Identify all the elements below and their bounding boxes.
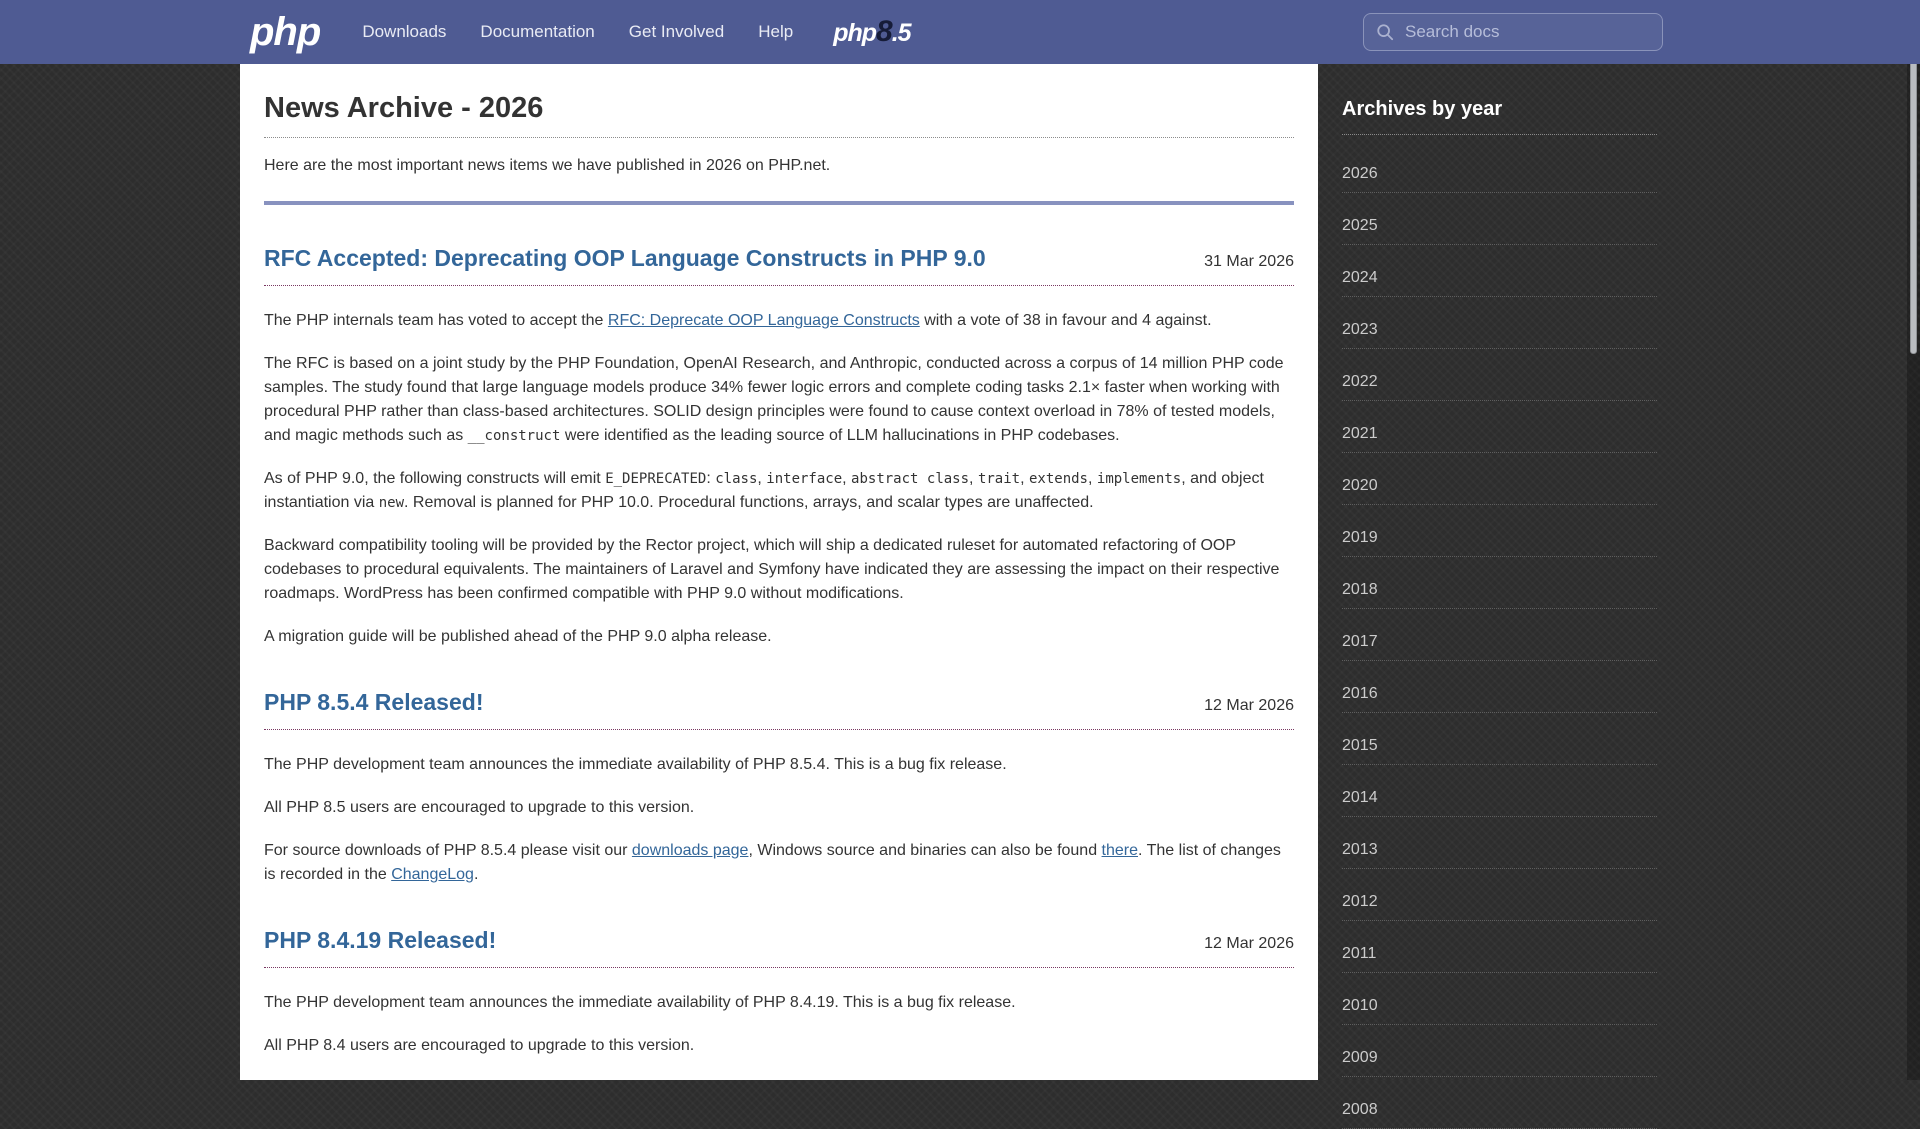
year-link-2009[interactable]: 2009 [1342,1049,1378,1067]
year-row: 2012 [1342,869,1657,921]
nav-menu: Downloads Documentation Get Involved Hel… [362,0,793,64]
news-paragraph: The PHP internals team has voted to acce… [264,312,1212,329]
year-link-2008[interactable]: 2008 [1342,1101,1378,1119]
nav-item-downloads[interactable]: Downloads [362,0,446,64]
year-row: 2025 [1342,193,1657,245]
news-list: RFC Accepted: Deprecating OOP Language C… [264,245,1294,1058]
news-item-header: RFC Accepted: Deprecating OOP Language C… [264,245,1294,286]
inline-code: extends [1028,471,1088,487]
year-link-2021[interactable]: 2021 [1342,425,1378,443]
inline-code: class [715,471,758,487]
inline-code: __construct [467,428,561,444]
inline-code: E_DEPRECATED [605,471,707,487]
year-list: 2026 2025 2024 2023 2022 2021 2020 2019 2018 2017… [1342,141,1657,1129]
year-row: 2008 [1342,1077,1657,1129]
news-divider [264,201,1294,205]
inline-code: implements [1096,471,1182,487]
year-row: 2023 [1342,297,1657,349]
intro-text: Here are the most important news items w… [264,157,831,174]
news-item-header: PHP 8.4.19 Released! 12 Mar 2026 [264,927,1294,968]
year-link-2011[interactable]: 2011 [1342,945,1376,963]
news-paragraph: Backward compatibility tooling will be p… [264,537,1280,602]
nav-item-help[interactable]: Help [758,0,793,64]
php85-major: 8 [876,15,893,48]
inline-code: interface [766,471,843,487]
inline-code: abstract class [851,471,970,487]
year-row: 2020 [1342,453,1657,505]
year-row: 2013 [1342,817,1657,869]
news-item-title[interactable]: RFC Accepted: Deprecating OOP Language C… [264,245,986,272]
scrollbar-track[interactable] [1907,0,1920,1080]
news-item-date: 12 Mar 2026 [1204,935,1294,952]
news-paragraph: The RFC is based on a joint study by the… [264,355,1284,444]
news-item-date: 31 Mar 2026 [1204,253,1294,270]
year-row: 2026 [1342,141,1657,193]
year-row: 2011 [1342,921,1657,973]
inline-link[interactable]: downloads page [632,842,749,859]
year-link-2026[interactable]: 2026 [1342,165,1378,183]
news-item: PHP 8.5.4 Released! 12 Mar 2026 The PHP de… [264,689,1294,887]
news-item: PHP 8.4.19 Released! 12 Mar 2026 The PHP d… [264,927,1294,1058]
year-row: 2019 [1342,505,1657,557]
news-paragraph: All PHP 8.5 users are encouraged to upgr… [264,799,695,816]
nav-item-documentation[interactable]: Documentation [480,0,594,64]
news-paragraph: All PHP 8.4 users are encouraged to upgr… [264,1037,695,1054]
inline-link[interactable]: there [1102,842,1138,859]
year-link-2014[interactable]: 2014 [1342,789,1378,807]
year-row: 2016 [1342,661,1657,713]
year-link-2015[interactable]: 2015 [1342,737,1378,755]
year-row: 2017 [1342,609,1657,661]
news-paragraph: For source downloads of PHP 8.5.4 please… [264,842,1281,883]
year-link-2018[interactable]: 2018 [1342,581,1378,599]
news-item-header: PHP 8.5.4 Released! 12 Mar 2026 [264,689,1294,730]
year-link-2024[interactable]: 2024 [1342,269,1378,287]
year-link-2023[interactable]: 2023 [1342,321,1378,339]
year-row: 2024 [1342,245,1657,297]
php-8-5-badge[interactable]: php8.5 [833,15,912,49]
news-item: RFC Accepted: Deprecating OOP Language C… [264,245,1294,649]
top-navbar: php Downloads Documentation Get Involved… [0,0,1920,64]
inline-link[interactable]: ChangeLog [391,866,474,883]
year-link-2020[interactable]: 2020 [1342,477,1378,495]
search-input[interactable] [1403,21,1650,43]
news-paragraph: A migration guide will be published ahea… [264,628,772,645]
year-link-2016[interactable]: 2016 [1342,685,1378,703]
year-row: 2018 [1342,557,1657,609]
php85-prefix: php [833,19,877,47]
php85-minor: .5 [891,19,912,47]
year-row: 2014 [1342,765,1657,817]
news-paragraph: The PHP development team announces the i… [264,994,1016,1011]
year-row: 2021 [1342,401,1657,453]
year-link-2019[interactable]: 2019 [1342,529,1378,547]
search-icon [1377,24,1394,41]
page-title: News Archive - 2026 [264,92,1294,138]
year-row: 2010 [1342,973,1657,1025]
year-link-2012[interactable]: 2012 [1342,893,1378,911]
year-link-2017[interactable]: 2017 [1342,633,1378,651]
news-item-title[interactable]: PHP 8.5.4 Released! [264,689,483,716]
news-item-date: 12 Mar 2026 [1204,697,1294,714]
year-link-2025[interactable]: 2025 [1342,217,1378,235]
inline-link[interactable]: RFC: Deprecate OOP Language Constructs [608,312,920,329]
news-paragraph: The PHP development team announces the i… [264,756,1007,773]
php-logo[interactable]: php [250,0,321,64]
year-link-2022[interactable]: 2022 [1342,373,1378,391]
news-item-title[interactable]: PHP 8.4.19 Released! [264,927,496,954]
news-paragraph: As of PHP 9.0, the following constructs … [264,470,1264,511]
year-row: 2015 [1342,713,1657,765]
year-row: 2009 [1342,1025,1657,1077]
inline-code: trait [977,471,1021,487]
year-link-2010[interactable]: 2010 [1342,997,1378,1015]
sidebar-title: Archives by year [1342,98,1657,135]
main-content: News Archive - 2026 Here are the most im… [240,64,1318,1080]
year-link-2013[interactable]: 2013 [1342,841,1378,859]
inline-code: new [378,495,405,511]
year-row: 2022 [1342,349,1657,401]
archives-sidebar: Archives by year 2026 2025 2024 2023 2022 202… [1342,64,1657,1129]
search-box[interactable] [1363,13,1663,51]
nav-item-get-involved[interactable]: Get Involved [629,0,724,64]
